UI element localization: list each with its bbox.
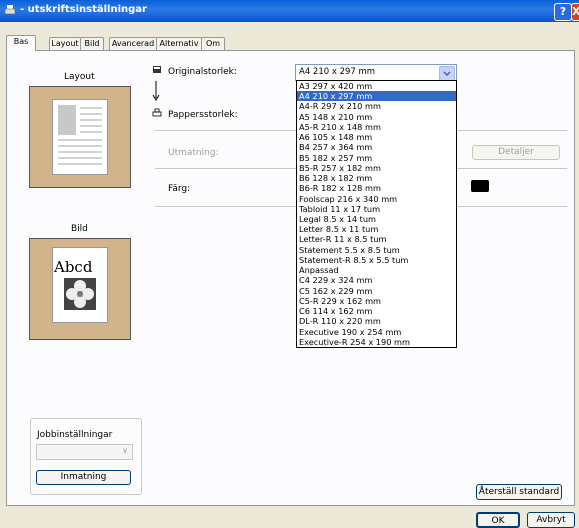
tab-bild[interactable]: Bild — [80, 37, 104, 50]
title-bar: - utskriftsinställningar ? X — [0, 0, 579, 22]
paper-size-label: Pappersstorlek: — [168, 110, 238, 120]
dropdown-option[interactable]: A4-R 297 x 210 mm — [297, 101, 456, 111]
dropdown-option[interactable]: Foolscap 216 x 340 mm — [297, 194, 456, 204]
dropdown-option[interactable]: A6 105 x 148 mm — [297, 132, 456, 142]
dropdown-option[interactable]: B6 128 x 182 mm — [297, 173, 456, 183]
arrow-down-icon — [152, 81, 160, 101]
dropdown-option[interactable]: Letter 8.5 x 11 tum — [297, 224, 456, 234]
layout-label: Layout — [64, 72, 95, 82]
job-settings-label: Jobbinställningar — [37, 430, 113, 440]
image-preview: Abcd — [29, 238, 131, 340]
original-size-select[interactable]: A4 210 x 297 mm — [295, 64, 457, 81]
image-sample-text: Abcd — [54, 258, 93, 276]
window-title: - utskriftsinställningar — [20, 4, 147, 15]
output-label: Utmatning: — [168, 148, 219, 158]
tab-om[interactable]: Om — [201, 37, 225, 50]
close-button[interactable]: X — [571, 3, 579, 21]
paper-size-dropdown-list[interactable]: A3 297 x 420 mm A4 210 x 297 mm A4-R 297 x… — [296, 80, 457, 348]
image-page: Abcd — [52, 247, 108, 323]
original-size-value: A4 210 x 297 mm — [299, 67, 376, 77]
cancel-button[interactable]: Avbryt — [527, 512, 575, 528]
dropdown-option[interactable]: B4 257 x 364 mm — [297, 142, 456, 152]
dropdown-option[interactable]: A5 148 x 210 mm — [297, 112, 456, 122]
dropdown-option[interactable]: Anpassad — [297, 265, 456, 275]
dropdown-option[interactable]: A5-R 210 x 148 mm — [297, 122, 456, 132]
input-tray-button[interactable]: Inmatning — [36, 470, 131, 485]
dropdown-option[interactable]: Legal 8.5 x 14 tum — [297, 214, 456, 224]
dropdown-option[interactable]: B6-R 182 x 128 mm — [297, 183, 456, 193]
tab-layout[interactable]: Layout — [49, 37, 81, 50]
restore-defaults-button[interactable]: Återställ standard — [476, 484, 562, 500]
dropdown-option[interactable]: B5-R 257 x 182 mm — [297, 163, 456, 173]
page-thumbnail — [52, 99, 108, 175]
color-label: Färg: — [168, 184, 191, 194]
dropdown-option[interactable]: Executive-R 254 x 190 mm — [297, 337, 456, 347]
chevron-down-icon: ∨ — [122, 446, 128, 455]
dropdown-option[interactable]: B5 182 x 257 mm — [297, 153, 456, 163]
dropdown-option[interactable]: Executive 190 x 254 mm — [297, 327, 456, 337]
help-button[interactable]: ? — [554, 3, 572, 21]
dropdown-option[interactable]: C5-R 229 x 162 mm — [297, 296, 456, 306]
dropdown-option[interactable]: C6 114 x 162 mm — [297, 306, 456, 316]
dropdown-option[interactable]: Tabloid 11 x 17 tum — [297, 204, 456, 214]
dropdown-option[interactable]: Letter-R 11 x 8.5 tum — [297, 234, 456, 244]
dropdown-option[interactable]: C4 229 x 324 mm — [297, 275, 456, 285]
original-size-icon — [153, 66, 161, 73]
tab-alternativ[interactable]: Alternativ — [156, 37, 202, 50]
tab-avancerad[interactable]: Avancerad — [109, 37, 157, 50]
dropdown-option[interactable]: Statement 5.5 x 8.5 tum — [297, 245, 456, 255]
tab-bas[interactable]: Bas — [6, 35, 36, 51]
dropdown-option[interactable]: A3 297 x 420 mm — [297, 81, 456, 91]
job-settings-select[interactable]: ∨ — [36, 444, 133, 460]
printer-small-icon — [152, 108, 162, 117]
original-size-label: Originalstorlek: — [168, 67, 237, 77]
dropdown-option[interactable]: C5 162 x 229 mm — [297, 286, 456, 296]
ok-button[interactable]: OK — [476, 512, 520, 528]
details-button[interactable]: Detaljer — [472, 145, 560, 160]
dropdown-option[interactable]: DL-R 110 x 220 mm — [297, 316, 456, 326]
chevron-down-icon[interactable] — [439, 66, 455, 81]
dropdown-option[interactable]: A4 210 x 297 mm — [297, 91, 456, 102]
image-label: Bild — [71, 224, 88, 234]
flower-icon — [64, 278, 96, 310]
layout-preview — [29, 86, 131, 188]
black-toner-icon — [471, 180, 489, 192]
printer-icon — [4, 5, 16, 15]
dropdown-option[interactable]: Statement-R 8.5 x 5.5 tum — [297, 255, 456, 265]
